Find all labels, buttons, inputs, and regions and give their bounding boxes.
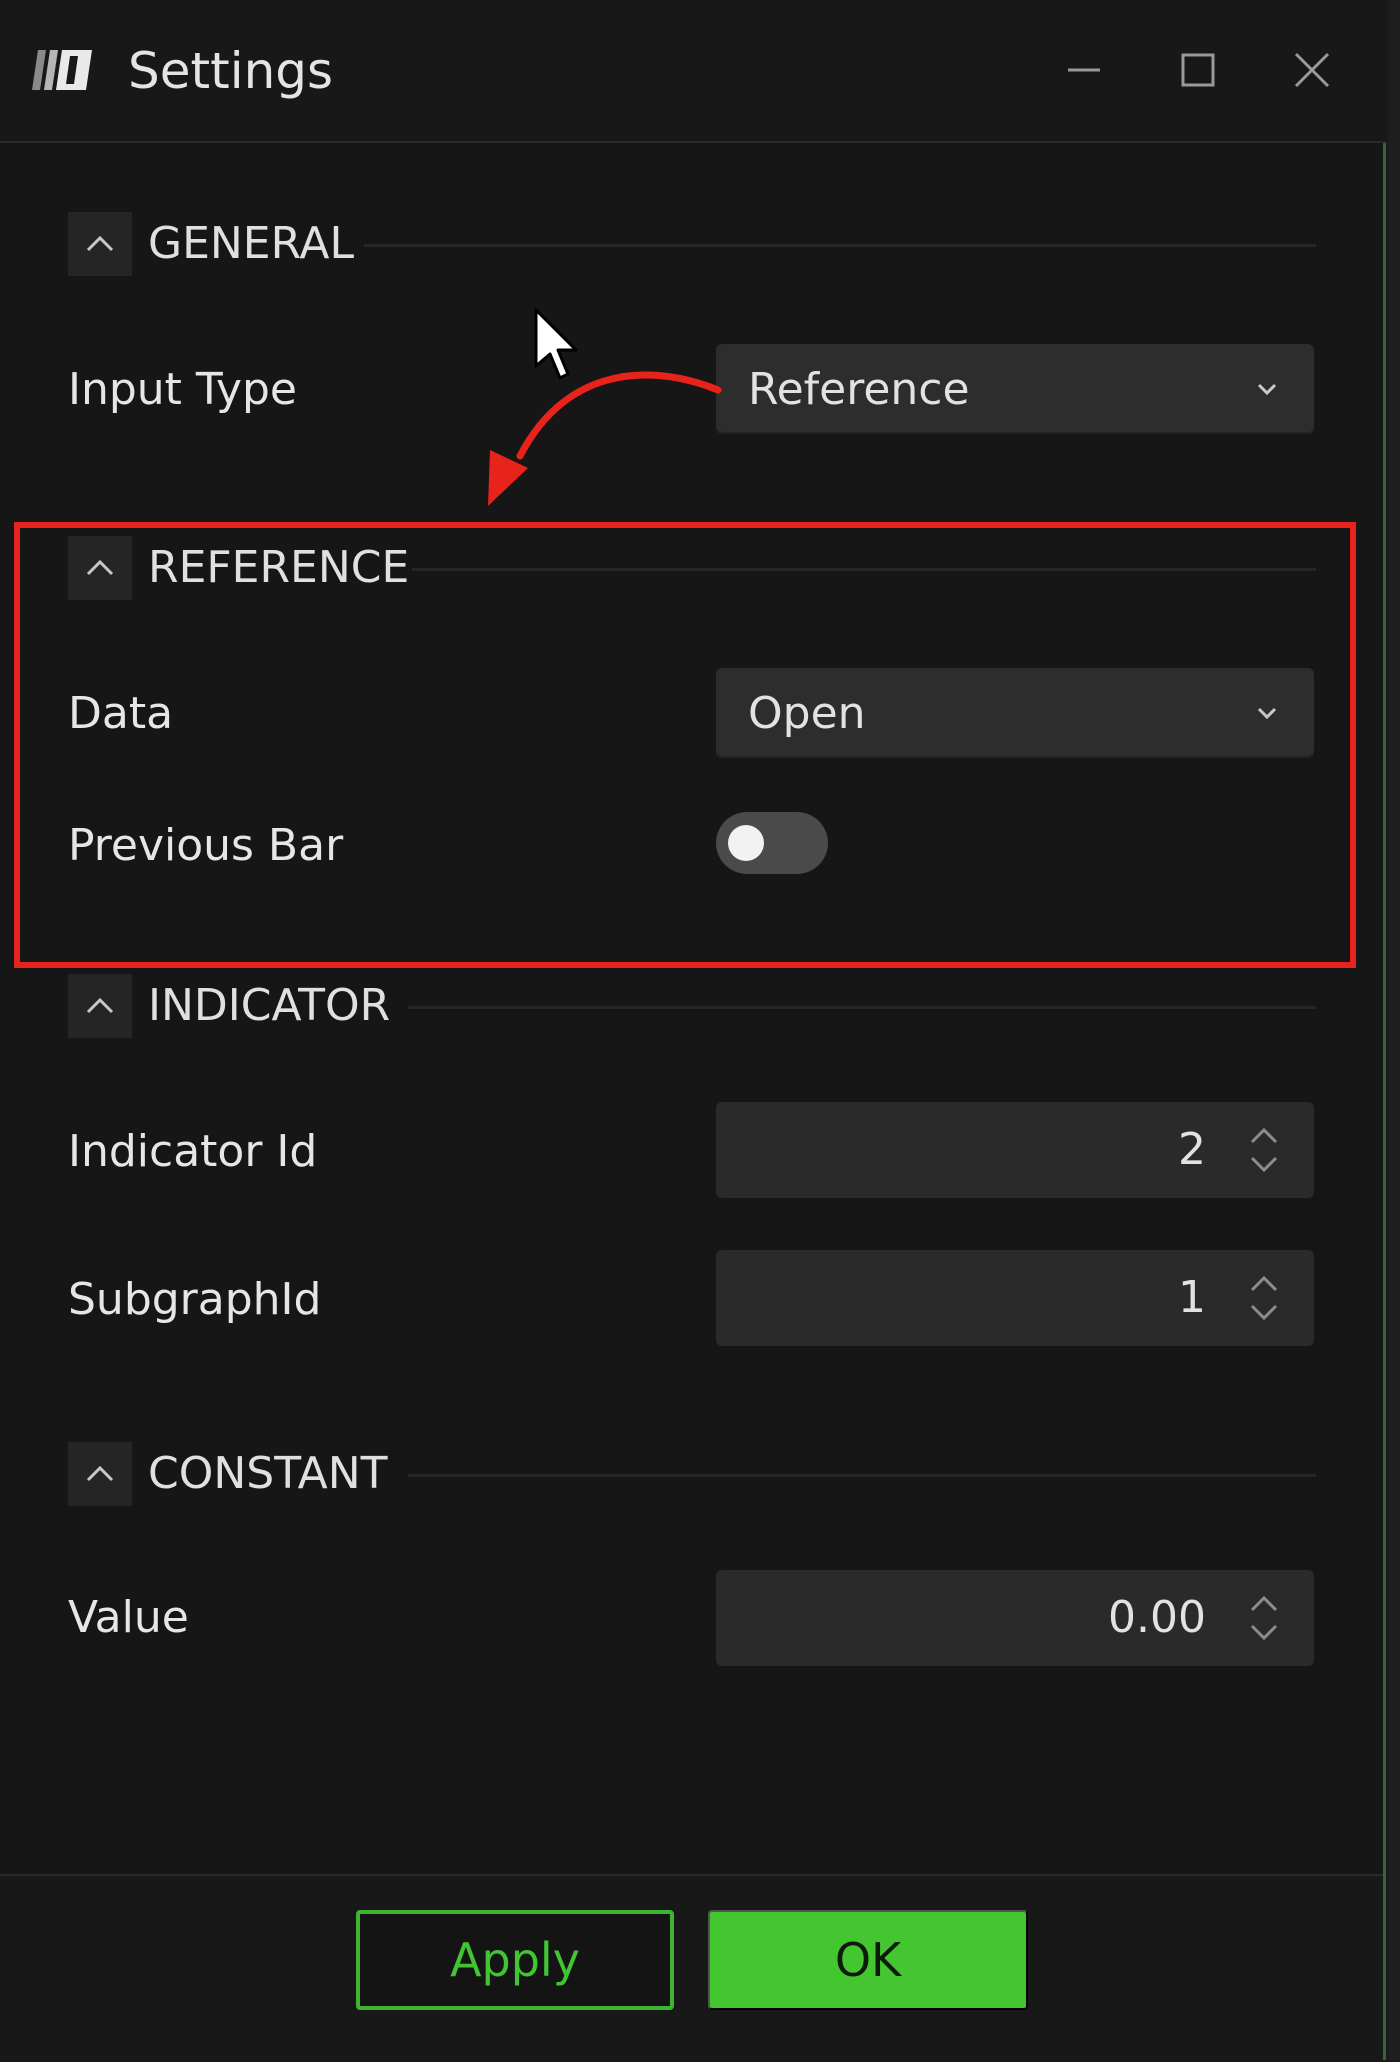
indicator-id-value: 2: [1178, 1124, 1206, 1175]
collapse-constant-button[interactable]: [68, 1442, 132, 1506]
section-title-constant: CONSTANT: [148, 1448, 388, 1499]
input-type-label: Input Type: [68, 364, 297, 415]
app-logo-icon: [32, 50, 92, 90]
value-label: Value: [68, 1592, 189, 1643]
close-icon: [1294, 52, 1330, 88]
ok-button[interactable]: OK: [708, 1910, 1028, 2010]
annotation-arrow-icon: [488, 371, 722, 506]
input-type-dropdown[interactable]: Reference: [716, 344, 1314, 434]
settings-window: Settings GENERAL Input Type Reference RE…: [0, 0, 1386, 2062]
minimize-button[interactable]: [1058, 44, 1110, 96]
annotation-highlight-box: [14, 522, 1356, 968]
chevron-up-icon: [86, 1465, 114, 1482]
input-type-value: Reference: [748, 364, 970, 415]
section-header-constant: CONSTANT: [68, 1442, 1316, 1506]
maximize-button[interactable]: [1172, 44, 1224, 96]
indicator-id-spinner[interactable]: 2: [716, 1102, 1314, 1198]
apply-button[interactable]: Apply: [356, 1910, 674, 2010]
up-down-arrows-icon[interactable]: [1246, 1590, 1282, 1646]
chevron-up-icon: [86, 997, 114, 1014]
section-divider: [408, 1006, 1316, 1009]
chevron-up-icon: [86, 235, 114, 252]
value-value: 0.00: [1108, 1592, 1206, 1643]
section-header-general: GENERAL: [68, 212, 1316, 276]
subgraph-id-value: 1: [1178, 1272, 1206, 1323]
section-title-general: GENERAL: [148, 218, 355, 269]
collapse-indicator-button[interactable]: [68, 974, 132, 1038]
title-bar[interactable]: Settings: [0, 0, 1386, 143]
subgraph-id-label: SubgraphId: [68, 1274, 322, 1325]
up-down-arrows-icon[interactable]: [1246, 1122, 1282, 1178]
section-header-indicator: INDICATOR: [68, 974, 1316, 1038]
minimize-icon: [1068, 68, 1100, 72]
section-title-indicator: INDICATOR: [148, 980, 391, 1031]
dialog-footer: Apply OK: [0, 1874, 1383, 2062]
section-divider: [364, 244, 1316, 247]
window-title: Settings: [128, 42, 334, 100]
up-down-arrows-icon[interactable]: [1246, 1270, 1282, 1326]
background-edge: [1389, 0, 1400, 2060]
chevron-down-icon: [1257, 383, 1277, 396]
collapse-general-button[interactable]: [68, 212, 132, 276]
mouse-cursor-icon: [534, 308, 578, 380]
close-button[interactable]: [1286, 44, 1338, 96]
section-divider: [408, 1474, 1316, 1477]
subgraph-id-spinner[interactable]: 1: [716, 1250, 1314, 1346]
value-spinner[interactable]: 0.00: [716, 1570, 1314, 1666]
maximize-icon: [1181, 53, 1215, 87]
indicator-id-label: Indicator Id: [68, 1126, 318, 1177]
